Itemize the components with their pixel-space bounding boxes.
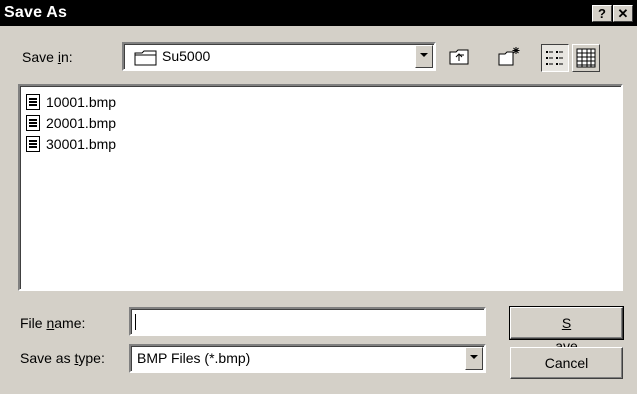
folder-icon <box>134 50 157 66</box>
up-one-level-icon <box>449 49 469 65</box>
text-cursor <box>135 314 136 330</box>
save-as-type-dropdown-arrow[interactable] <box>465 347 483 370</box>
question-mark-icon: ? <box>598 6 606 21</box>
list-view-button[interactable] <box>541 44 569 72</box>
create-new-folder-icon <box>498 47 520 66</box>
help-button[interactable]: ? <box>592 5 612 22</box>
save-in-value: Su5000 <box>162 48 211 64</box>
close-button[interactable]: ✕ <box>613 5 633 22</box>
bitmap-file-icon <box>26 115 40 131</box>
file-list[interactable]: 10001.bmp 20001.bmp 30001.bmp <box>18 84 623 291</box>
save-in-combobox[interactable]: Su5000 <box>122 42 436 71</box>
save-as-dialog: Save As ? ✕ Save in: Su5000 10001.bmp 20… <box>0 0 637 394</box>
list-view-icon <box>546 51 563 65</box>
title-bar[interactable]: Save As ? ✕ <box>0 0 637 26</box>
file-item-name: 10001.bmp <box>46 94 117 110</box>
create-new-folder-button[interactable] <box>496 44 524 72</box>
file-name-label: File name: <box>20 315 86 331</box>
save-as-type-value: BMP Files (*.bmp) <box>137 350 251 366</box>
save-as-type-combobox[interactable]: BMP Files (*.bmp) <box>129 344 486 373</box>
bitmap-file-icon <box>26 136 40 152</box>
save-in-label: Save in: <box>22 49 73 65</box>
details-view-icon <box>576 48 596 68</box>
up-one-level-button[interactable] <box>446 44 474 72</box>
save-as-type-label: Save as type: <box>20 350 105 366</box>
file-name-input[interactable] <box>129 307 486 336</box>
cancel-button-label: Cancel <box>544 355 589 371</box>
bitmap-file-icon <box>26 94 40 110</box>
file-item-name: 20001.bmp <box>46 115 117 131</box>
close-icon: ✕ <box>617 6 629 21</box>
window-title: Save As <box>4 4 68 21</box>
file-item-name: 30001.bmp <box>46 136 117 152</box>
save-in-dropdown-arrow[interactable] <box>415 45 433 68</box>
cancel-button[interactable]: Cancel <box>510 347 623 379</box>
details-view-button[interactable] <box>572 44 600 72</box>
save-button[interactable]: Save <box>509 306 624 354</box>
